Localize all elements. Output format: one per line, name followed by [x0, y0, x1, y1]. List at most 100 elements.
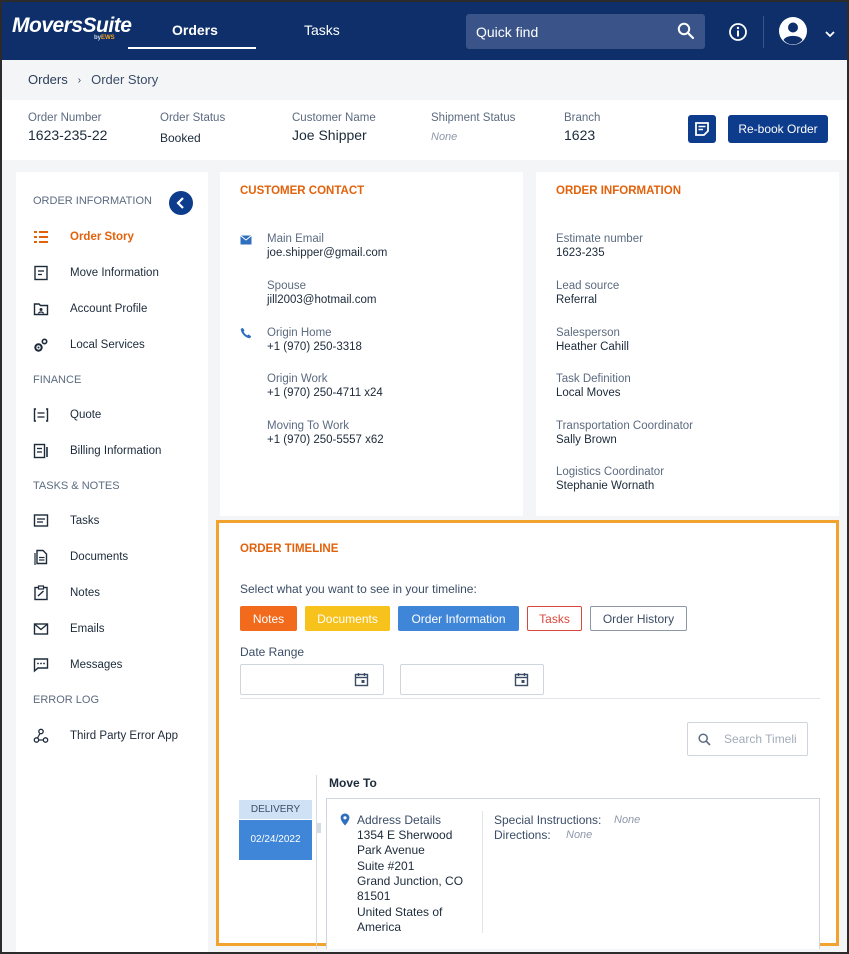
rebook-order-button[interactable]: Re-book Order — [728, 115, 828, 143]
contact-value[interactable]: joe.shipper@gmail.com — [267, 247, 387, 259]
customer-name-field: Customer Name Joe Shipper — [292, 112, 376, 143]
top-navigation-bar: MoversSuite byEWS Orders Tasks — [2, 2, 847, 60]
notes-icon — [34, 585, 48, 601]
contact-value[interactable]: +1 (970) 250-4711 x24 — [267, 387, 383, 399]
order-info-lead-source: Lead source Referral — [556, 280, 619, 306]
account-profile-icon — [33, 303, 49, 316]
collapse-sidebar-button[interactable] — [169, 191, 193, 215]
order-number-label: Order Number — [28, 112, 102, 124]
sidebar-section-finance: FINANCE — [33, 374, 82, 386]
sidebar-item-label: Local Services — [70, 339, 145, 351]
order-info-value: Local Moves — [556, 387, 621, 399]
order-info-label: Transportation Coordinator — [556, 420, 694, 432]
order-info-logistics-coordinator: Logistics Coordinator Stephanie Wornath — [556, 466, 664, 492]
sidebar-item-move-information[interactable]: Move Information — [33, 264, 205, 284]
address-line: 81501 — [357, 889, 391, 903]
app-window: MoversSuite byEWS Orders Tasks Orders›Or… — [0, 0, 849, 954]
contact-label: Main Email — [267, 233, 324, 245]
contact-value[interactable]: +1 (970) 250-5557 x62 — [267, 434, 384, 446]
order-info-transportation-coordinator: Transportation Coordinator Sally Brown — [556, 420, 693, 446]
filter-order-history-button[interactable]: Order History — [590, 606, 687, 631]
order-story-icon — [34, 231, 48, 243]
timeline-divider — [240, 698, 820, 699]
user-avatar-icon[interactable] — [778, 16, 808, 51]
filter-tasks-button[interactable]: Tasks — [527, 606, 582, 631]
filter-notes-button[interactable]: Notes — [240, 606, 297, 631]
emails-icon — [33, 623, 49, 635]
search-icon[interactable] — [677, 22, 695, 45]
tasks-icon — [33, 514, 49, 527]
address-line: Grand Junction, CO — [357, 874, 464, 888]
sidebar-item-messages[interactable]: Messages — [33, 656, 205, 676]
address-details-label: Address Details — [357, 813, 442, 827]
sidebar-item-label: Quote — [70, 409, 102, 421]
timeline-connector — [317, 823, 321, 833]
sidebar-item-documents[interactable]: Documents — [33, 548, 205, 568]
timeline-search-input[interactable] — [724, 723, 806, 755]
add-note-button[interactable] — [688, 115, 716, 143]
documents-icon — [34, 549, 48, 565]
sidebar-section-error-log: ERROR LOG — [33, 694, 100, 706]
branch-value: 1623 — [564, 127, 596, 143]
order-info-value: Referral — [556, 294, 597, 306]
sidebar-item-order-story[interactable]: Order Story — [33, 228, 205, 248]
timeline-axis-line — [316, 775, 317, 949]
contact-value[interactable]: jill2003@hotmail.com — [267, 294, 376, 306]
sidebar-item-billing-information[interactable]: Billing Information — [33, 442, 205, 462]
quick-find-input[interactable] — [466, 14, 666, 49]
date-range-end-input[interactable] — [400, 664, 544, 695]
move-information-icon — [34, 265, 48, 281]
calendar-icon[interactable] — [354, 672, 369, 687]
customer-contact-panel: CUSTOMER CONTACT Main Email joe.shipper@… — [220, 172, 523, 516]
sidebar-item-label: Tasks — [70, 515, 100, 527]
error-app-icon — [33, 728, 49, 743]
order-info-value: 1623-235 — [556, 247, 605, 259]
sidebar-section-tasks-notes: TASKS & NOTES — [33, 480, 120, 492]
logo-byline-brand: EWS — [101, 35, 115, 41]
order-info-estimate-number: Estimate number 1623-235 — [556, 233, 643, 259]
order-info-label: Salesperson — [556, 327, 620, 339]
sidebar-section-order-information: ORDER INFORMATION — [33, 195, 152, 207]
timeline-entry-heading: Move To — [329, 776, 377, 790]
order-info-label: Estimate number — [556, 233, 643, 245]
order-timeline-title: ORDER TIMELINE — [240, 543, 339, 555]
sidebar-item-third-party-error-app[interactable]: Third Party Error App — [33, 727, 205, 747]
sidebar-item-label: Documents — [70, 551, 129, 563]
order-sidebar: ORDER INFORMATION Order Story Move Infor… — [16, 172, 208, 952]
breadcrumb-orders[interactable]: Orders — [28, 72, 68, 87]
address-line: Suite #201 — [357, 859, 415, 873]
order-status-value: Booked — [160, 131, 201, 145]
order-info-task-definition: Task Definition Local Moves — [556, 373, 631, 399]
contact-origin-home: Origin Home +1 (970) 250-3318 — [267, 327, 362, 353]
contact-main-email: Main Email joe.shipper@gmail.com — [267, 233, 387, 259]
filter-order-information-button[interactable]: Order Information — [398, 606, 519, 631]
sidebar-item-local-services[interactable]: Local Services — [33, 336, 205, 356]
contact-value[interactable]: +1 (970) 250-3318 — [267, 341, 362, 353]
order-info-value: Heather Cahill — [556, 341, 629, 353]
nav-tab-orders[interactable]: Orders — [172, 22, 218, 38]
order-info-salesperson: Salesperson Heather Cahill — [556, 327, 629, 353]
sidebar-item-account-profile[interactable]: Account Profile — [33, 300, 205, 320]
calendar-icon[interactable] — [514, 672, 529, 687]
contact-label: Moving To Work — [267, 420, 350, 432]
sidebar-item-label: Messages — [70, 659, 123, 671]
sidebar-item-notes[interactable]: Notes — [33, 584, 205, 604]
order-info-value: Stephanie Wornath — [556, 480, 655, 492]
date-range-start-input[interactable] — [240, 664, 384, 695]
filter-documents-button[interactable]: Documents — [305, 606, 390, 631]
directions-value: None — [566, 829, 593, 841]
order-info-label: Lead source — [556, 280, 620, 292]
contact-origin-work: Origin Work +1 (970) 250-4711 x24 — [267, 373, 383, 399]
info-icon[interactable] — [728, 22, 748, 47]
nav-tab-tasks[interactable]: Tasks — [304, 22, 340, 38]
sidebar-item-label: Account Profile — [70, 303, 148, 315]
sidebar-item-emails[interactable]: Emails — [33, 620, 205, 640]
sidebar-item-tasks[interactable]: Tasks — [33, 512, 205, 532]
contact-moving-to-work: Moving To Work +1 (970) 250-5557 x62 — [267, 420, 384, 446]
logo-byline-prefix: by — [94, 35, 102, 41]
breadcrumb: Orders › Order Story — [28, 72, 158, 87]
sidebar-item-quote[interactable]: Quote — [33, 406, 205, 426]
customer-contact-title: CUSTOMER CONTACT — [240, 185, 365, 197]
chevron-down-icon[interactable] — [824, 26, 836, 44]
timeline-entry-card[interactable]: Address Details 1354 E Sherwood Park Ave… — [326, 798, 820, 949]
